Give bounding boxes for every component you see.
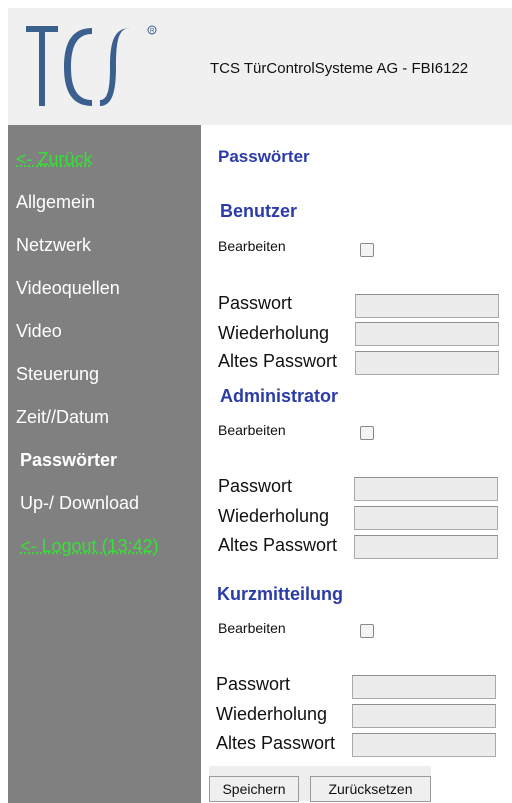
tcs-logo: R [26, 25, 157, 106]
benutzer-altes-passwort-input[interactable] [355, 351, 499, 375]
field-label-administrator-passwort: Passwort [218, 476, 293, 496]
sidebar-item-up-download[interactable]: Up-/ Download [20, 493, 139, 514]
edit-label-administrator: Bearbeiten [218, 422, 286, 438]
section-title-administrator: Administrator [220, 386, 339, 406]
sidebar-item-back[interactable]: <- Zurück [16, 149, 93, 170]
field-label-benutzer-passwort: Passwort [218, 293, 293, 313]
edit-label-benutzer: Bearbeiten [218, 238, 286, 254]
field-label-benutzer-wiederholung: Wiederholung [218, 323, 330, 343]
field-label-administrator-wiederholung: Wiederholung [218, 506, 330, 526]
field-label-kurzmitteilung-altes-passwort: Altes Passwort [216, 733, 336, 753]
sidebar-item-allgemein[interactable]: Allgemein [16, 192, 95, 213]
sidebar-item-video[interactable]: Video [16, 321, 62, 342]
section-title-benutzer: Benutzer [220, 201, 298, 221]
header-title: TCS TürControlSysteme AG - FBI6122 [210, 60, 469, 77]
edit-label-kurzmitteilung: Bearbeiten [218, 620, 286, 636]
sidebar-item-passwoerter[interactable]: Passwörter [20, 450, 117, 471]
kurzmitteilung-altes-passwort-input[interactable] [352, 733, 496, 757]
field-label-kurzmitteilung-wiederholung: Wiederholung [216, 704, 328, 724]
benutzer-passwort-input[interactable] [355, 294, 499, 318]
administrator-wiederholung-input[interactable] [354, 506, 498, 530]
sidebar-item-logout[interactable]: <- Logout (13:42) [20, 536, 159, 557]
sidebar-item-videoquellen[interactable]: Videoquellen [16, 278, 120, 299]
field-label-administrator-altes-passwort: Altes Passwort [218, 535, 338, 555]
benutzer-wiederholung-input[interactable] [355, 322, 499, 346]
svg-text:R: R [150, 29, 155, 35]
edit-checkbox-kurzmitteilung[interactable] [360, 624, 374, 638]
main-content: Passwörter Benutzer Bearbeiten Passwort … [201, 125, 512, 803]
sidebar: <- Zurück Allgemein Netzwerk Videoquelle… [8, 125, 201, 803]
sidebar-item-steuerung[interactable]: Steuerung [16, 364, 99, 385]
page-title: Passwörter [218, 147, 310, 166]
kurzmitteilung-wiederholung-input[interactable] [352, 704, 496, 728]
edit-checkbox-benutzer[interactable] [360, 243, 374, 257]
edit-checkbox-administrator[interactable] [360, 426, 374, 440]
section-title-kurzmitteilung: Kurzmitteilung [217, 584, 343, 604]
reset-button[interactable]: Zurücksetzen [310, 776, 431, 802]
field-label-benutzer-altes-passwort: Altes Passwort [218, 351, 338, 371]
save-button[interactable]: Speichern [209, 776, 299, 802]
sidebar-item-zeit-datum[interactable]: Zeit//Datum [16, 407, 109, 428]
administrator-passwort-input[interactable] [354, 477, 498, 501]
field-label-kurzmitteilung-passwort: Passwort [216, 674, 291, 694]
kurzmitteilung-passwort-input[interactable] [352, 675, 496, 699]
header: R TCS TürControlSysteme AG - FBI6122 [8, 8, 512, 125]
sidebar-item-netzwerk[interactable]: Netzwerk [16, 235, 91, 256]
administrator-altes-passwort-input[interactable] [354, 535, 498, 559]
